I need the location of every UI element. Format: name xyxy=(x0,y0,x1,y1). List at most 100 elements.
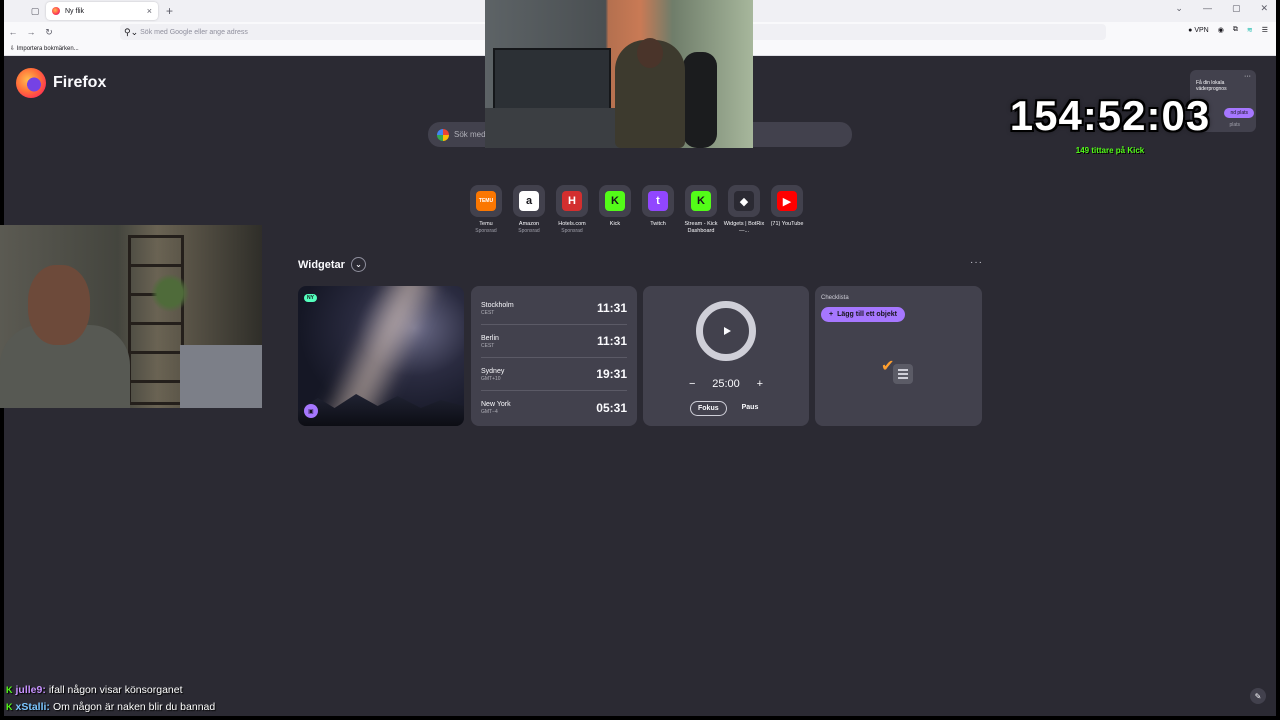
clock-city: Sydney xyxy=(481,367,505,375)
clock-timezone: GMT−4 xyxy=(481,409,498,415)
milky-way-image xyxy=(312,286,444,426)
wallpaper-card[interactable]: NY ▣ xyxy=(298,286,464,426)
back-icon[interactable]: ← xyxy=(4,27,22,37)
top-site[interactable]: t Twitch xyxy=(642,185,674,235)
list-all-tabs-icon[interactable]: ⌄ xyxy=(1175,3,1183,14)
addon-icon[interactable]: ≋ xyxy=(1247,26,1253,34)
extensions-icon[interactable]: ⧉ xyxy=(1233,26,1238,34)
minimize-icon[interactable]: — xyxy=(1203,3,1212,14)
url-placeholder: Sök med Google eller ange adress xyxy=(140,28,248,36)
focus-mode-button[interactable]: Fokus xyxy=(690,401,727,416)
top-site-tile[interactable]: K xyxy=(599,185,631,217)
top-site-tile[interactable]: t xyxy=(642,185,674,217)
menu-icon[interactable]: ☰ xyxy=(1262,26,1268,34)
clock-timezone: CEST xyxy=(481,342,495,349)
top-site-tile[interactable]: ◆ xyxy=(728,185,760,217)
list-icon xyxy=(893,364,913,384)
top-site-name: Temu xyxy=(479,221,493,227)
timer-modes: Fokus Paus xyxy=(690,401,765,416)
play-icon[interactable] xyxy=(724,327,731,335)
toolbar-right: ● VPN ◉ ⧉ ≋ ☰ xyxy=(1188,26,1268,34)
top-site-sponsored: Sponsrad xyxy=(561,228,583,234)
top-site-tile[interactable]: K xyxy=(685,185,717,217)
widgets-title: Widgetar xyxy=(298,258,345,271)
top-site-name: Twitch xyxy=(650,221,666,227)
reload-icon[interactable]: ↻ xyxy=(40,27,58,38)
top-site[interactable]: TEMU Temu Sponsrad xyxy=(470,185,502,235)
weather-sub-link[interactable]: plats xyxy=(1229,122,1240,128)
top-site-icon: ▶ xyxy=(777,191,797,211)
world-clock-card: Stockholm CEST 11:31 Berlin CEST 11:31 Sydney G… xyxy=(471,286,637,426)
stream-uptime-timer: 154:52:03 xyxy=(1009,92,1211,139)
timer-increase-button[interactable]: + xyxy=(757,378,763,390)
widgets-header: Widgetar ⌄ xyxy=(298,257,366,272)
chair-image xyxy=(683,52,717,148)
clock-city: Stockholm xyxy=(481,301,514,309)
customize-pencil-icon[interactable]: ✎ xyxy=(1250,688,1266,704)
top-site-icon: ◆ xyxy=(734,191,754,211)
top-site-tile[interactable]: TEMU xyxy=(470,185,502,217)
checklist-card: Checklista + Lägg till ett objekt ✔ xyxy=(815,286,982,426)
monitor-image xyxy=(493,48,611,110)
checklist-illustration: ✔ xyxy=(881,356,915,386)
kick-badge-icon: K xyxy=(6,685,13,695)
clock-row: Stockholm CEST 11:31 xyxy=(481,292,627,325)
top-site[interactable]: K Stream - Kick Dashboard xyxy=(684,185,718,235)
close-tab-icon[interactable]: × xyxy=(147,6,152,16)
timer-value: 25:00 xyxy=(712,378,740,390)
top-site-tile[interactable]: ▶ xyxy=(771,185,803,217)
tab-new-tab[interactable]: Ny flik × xyxy=(46,2,158,20)
plant-image xyxy=(145,273,195,313)
import-bookmarks-link[interactable]: ⇩ Importera bokmärken... xyxy=(10,45,79,52)
forward-icon[interactable]: → xyxy=(22,27,40,37)
clock-city: Berlin xyxy=(481,334,499,342)
firefox-globe-icon xyxy=(16,68,46,98)
widgets-collapse-chevron-icon[interactable]: ⌄ xyxy=(350,257,366,272)
window-controls: ⌄ — ▢ ✕ xyxy=(1175,3,1268,14)
maximize-icon[interactable]: ▢ xyxy=(1232,3,1241,14)
clock-time: 11:31 xyxy=(596,334,627,348)
new-tab-button[interactable]: + xyxy=(166,4,173,18)
clock-city: New York xyxy=(481,401,511,408)
chat-overlay: Kjulle9: ifall någon visar könsorganet KxS… xyxy=(6,682,215,716)
vpn-button[interactable]: ● VPN xyxy=(1188,27,1209,34)
widgets-menu-dots-icon[interactable]: ··· xyxy=(970,257,983,268)
top-site-icon: t xyxy=(648,191,668,211)
clock-timezone: GMT+10 xyxy=(481,375,501,382)
top-site-name: Amazon xyxy=(518,221,540,227)
image-icon[interactable]: ▣ xyxy=(304,404,318,418)
top-site[interactable]: a Amazon Sponsrad xyxy=(513,185,545,235)
top-site-name: Widgets | BotRix —... xyxy=(723,221,765,234)
checkmark-icon: ✔ xyxy=(881,358,895,375)
top-site[interactable]: ◆ Widgets | BotRix —... xyxy=(724,185,764,235)
close-window-icon[interactable]: ✕ xyxy=(1260,3,1268,14)
pause-mode-button[interactable]: Paus xyxy=(735,401,766,416)
search-engine-icon[interactable]: ⚲⌄ xyxy=(124,27,138,38)
top-site[interactable]: H Hotels.com Sponsrad xyxy=(556,185,588,235)
chat-text: ifall någon visar könsorganet xyxy=(48,684,183,696)
clock-location: New York GMT−4 xyxy=(481,400,511,415)
top-site[interactable]: K Kick xyxy=(599,185,631,235)
clock-location: Sydney GMT+10 xyxy=(481,367,504,382)
top-site-tile[interactable]: a xyxy=(513,185,545,217)
brand-name: Firefox xyxy=(53,74,107,91)
timer-ring[interactable] xyxy=(696,301,756,361)
top-site-icon: H xyxy=(562,191,582,211)
top-site-name: Stream - Kick Dashboard xyxy=(684,221,718,234)
vpn-label: VPN xyxy=(1194,26,1209,34)
account-icon[interactable]: ◉ xyxy=(1218,26,1224,34)
add-item-button[interactable]: + Lägg till ett objekt xyxy=(821,307,905,322)
top-site-icon: a xyxy=(519,191,539,211)
top-site-tile[interactable]: H xyxy=(556,185,588,217)
clock-row: New York GMT−4 05:31 xyxy=(481,391,627,424)
top-site-sponsored: Sponsrad xyxy=(518,228,540,234)
chat-message: Kjulle9: ifall någon visar könsorganet xyxy=(6,682,215,699)
kick-badge-icon: K xyxy=(6,702,13,712)
tab-list-icon[interactable]: ▢ xyxy=(24,0,46,22)
clock-row: Sydney GMT+10 19:31 xyxy=(481,358,627,391)
top-sites: TEMU Temu Sponsrad a Amazon Sponsrad H Hotels.c… xyxy=(470,185,803,235)
top-site-sponsored: Sponsrad xyxy=(475,228,497,234)
top-site[interactable]: ▶ (71) YouTube xyxy=(771,185,803,235)
weather-menu-dots-icon[interactable]: ··· xyxy=(1244,73,1251,80)
timer-decrease-button[interactable]: − xyxy=(689,378,695,390)
